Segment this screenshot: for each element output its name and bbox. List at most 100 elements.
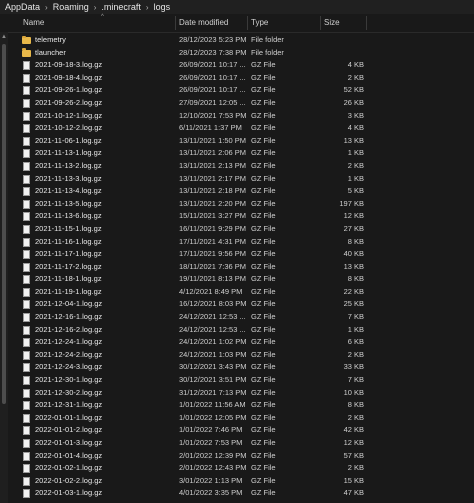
file-row[interactable]: 2022-01-01-4.log.gz 2/01/2022 12:39 PM GZ …: [10, 450, 474, 463]
file-row[interactable]: 2022-01-01-2.log.gz 1/01/2022 7:46 PM GZ F…: [10, 424, 474, 437]
file-type: GZ File: [251, 475, 276, 485]
file-type: GZ File: [251, 425, 276, 435]
file-row[interactable]: 2021-12-30-1.log.gz 30/12/2021 3:51 PM GZ …: [10, 374, 474, 387]
file-icon: [22, 136, 31, 146]
file-type: GZ File: [251, 299, 276, 309]
file-name: 2021-11-16-1.log.gz: [35, 236, 102, 246]
file-row[interactable]: 2021-11-13-1.log.gz 13/11/2021 2:06 PM GZ …: [10, 147, 474, 160]
file-row[interactable]: 2021-12-30-2.log.gz 31/12/2021 7:13 PM GZ …: [10, 387, 474, 400]
column-divider[interactable]: [175, 16, 176, 30]
file-row[interactable]: 2021-09-26-2.log.gz 27/09/2021 12:05 ... G…: [10, 97, 474, 110]
file-row[interactable]: 2021-12-24-2.log.gz 24/12/2021 1:03 PM GZ …: [10, 349, 474, 362]
column-divider[interactable]: [320, 16, 321, 30]
chevron-right-icon[interactable]: ›: [91, 3, 100, 12]
file-row[interactable]: 2021-09-18-4.log.gz 26/09/2021 10:17 ... G…: [10, 72, 474, 85]
column-header-date-modified[interactable]: Date modified: [179, 18, 228, 27]
file-row[interactable]: 2021-10-12-1.log.gz 12/10/2021 7:53 PM GZ …: [10, 110, 474, 123]
date-modified: 1/01/2022 7:53 PM: [179, 438, 243, 447]
file-row[interactable]: 2021-11-13-3.log.gz 13/11/2021 2:17 PM GZ …: [10, 173, 474, 186]
breadcrumb-item-appdata[interactable]: AppData: [3, 2, 42, 12]
scrollbar-thumb[interactable]: [2, 44, 6, 404]
file-size: 47 KB: [343, 488, 364, 498]
vertical-scrollbar[interactable]: ▲: [0, 32, 8, 503]
file-icon: [22, 413, 31, 423]
file-icon: [22, 73, 31, 83]
file-name: tlauncher: [35, 47, 66, 57]
column-header-type[interactable]: Type: [251, 18, 268, 27]
chevron-right-icon[interactable]: ›: [42, 3, 51, 12]
file-size: 57 KB: [343, 450, 364, 460]
file-row[interactable]: 2021-09-18-3.log.gz 26/09/2021 10:17 ... G…: [10, 59, 474, 72]
file-type: GZ File: [251, 463, 276, 473]
breadcrumb-item-roaming[interactable]: Roaming: [51, 2, 91, 12]
file-row[interactable]: 2021-12-24-1.log.gz 24/12/2021 1:02 PM GZ …: [10, 336, 474, 349]
chevron-right-icon[interactable]: ›: [143, 3, 152, 12]
file-row[interactable]: 2022-01-03-1.log.gz 4/01/2022 3:35 PM GZ F…: [10, 487, 474, 500]
file-row[interactable]: 2021-11-15-1.log.gz 16/11/2021 9:29 PM GZ …: [10, 223, 474, 236]
file-row[interactable]: 2021-11-13-6.log.gz 15/11/2021 3:27 PM GZ …: [10, 210, 474, 223]
file-row[interactable]: 2021-11-19-1.log.gz 4/12/2021 8:49 PM GZ F…: [10, 286, 474, 299]
file-name: 2022-01-01-4.log.gz: [35, 450, 103, 460]
file-row[interactable]: 2021-12-04-1.log.gz 16/12/2021 8:03 PM GZ …: [10, 298, 474, 311]
column-header-name[interactable]: Name: [23, 18, 44, 27]
file-type: GZ File: [251, 160, 276, 170]
file-row[interactable]: 2021-11-13-2.log.gz 13/11/2021 2:13 PM GZ …: [10, 160, 474, 173]
column-divider[interactable]: [366, 16, 367, 30]
file-row[interactable]: 2022-01-02-1.log.gz 2/01/2022 12:43 PM GZ …: [10, 462, 474, 475]
folder-row[interactable]: tlauncher 28/12/2023 7:38 PM File folder: [10, 47, 474, 60]
file-size: 2 KB: [347, 160, 364, 170]
folder-icon: [22, 35, 31, 45]
file-icon: [22, 161, 31, 171]
file-row[interactable]: 2021-12-31-1.log.gz 1/01/2022 11:56 AM GZ …: [10, 399, 474, 412]
file-size: 3 KB: [347, 110, 364, 120]
file-size: 10 KB: [343, 387, 364, 397]
file-row[interactable]: 2022-01-01-1.log.gz 1/01/2022 12:05 PM GZ …: [10, 412, 474, 425]
file-row[interactable]: 2021-12-16-1.log.gz 24/12/2021 12:53 ... G…: [10, 311, 474, 324]
file-size: 52 KB: [343, 85, 364, 95]
scroll-up-arrow-icon[interactable]: ▲: [1, 34, 7, 40]
file-size: 27 KB: [343, 223, 364, 233]
file-row[interactable]: 2021-11-13-5.log.gz 13/11/2021 2:20 PM GZ …: [10, 198, 474, 211]
file-type: GZ File: [251, 148, 276, 158]
file-name: 2021-11-13-5.log.gz: [35, 198, 102, 208]
file-name: 2021-11-17-1.log.gz: [35, 249, 102, 259]
date-modified: 13/11/2021 2:13 PM: [179, 160, 246, 170]
file-row[interactable]: 2021-11-16-1.log.gz 17/11/2021 4:31 PM GZ …: [10, 236, 474, 249]
file-row[interactable]: 2021-10-12-2.log.gz 6/11/2021 1:37 PM GZ F…: [10, 122, 474, 135]
breadcrumb-item-minecraft[interactable]: .minecraft: [99, 2, 143, 12]
file-row[interactable]: 2021-11-06-1.log.gz 13/11/2021 1:50 PM GZ …: [10, 135, 474, 148]
column-divider[interactable]: [247, 16, 248, 30]
file-row[interactable]: 2021-11-13-4.log.gz 13/11/2021 2:18 PM GZ …: [10, 185, 474, 198]
file-icon: [22, 287, 31, 297]
date-modified: 15/11/2021 3:27 PM: [179, 211, 246, 221]
file-icon: [22, 149, 31, 159]
file-size: 4 KB: [347, 123, 364, 133]
file-row[interactable]: 2021-11-17-2.log.gz 18/11/2021 7:36 PM GZ …: [10, 261, 474, 274]
file-name: 2021-12-04-1.log.gz: [35, 299, 103, 309]
file-size: 6 KB: [347, 337, 364, 347]
date-modified: 1/01/2022 7:46 PM: [179, 425, 243, 435]
file-type: GZ File: [251, 488, 276, 498]
breadcrumb-item-logs[interactable]: logs: [152, 2, 173, 12]
date-modified: 18/11/2021 7:36 PM: [179, 261, 246, 271]
file-type: GZ File: [251, 438, 276, 447]
file-size: 2 KB: [347, 349, 364, 359]
file-row[interactable]: 2021-11-17-1.log.gz 17/11/2021 9:56 PM GZ …: [10, 248, 474, 261]
file-row[interactable]: 2021-12-24-3.log.gz 30/12/2021 3:43 PM GZ …: [10, 361, 474, 374]
file-size: 8 KB: [347, 274, 364, 284]
file-row[interactable]: 2021-12-16-2.log.gz 24/12/2021 12:53 ... G…: [10, 324, 474, 337]
file-type: GZ File: [251, 286, 276, 296]
folder-row[interactable]: telemetry 28/12/2023 5:23 PM File folder: [10, 34, 474, 47]
file-row[interactable]: 2021-09-26-1.log.gz 26/09/2021 10:17 ... G…: [10, 84, 474, 97]
date-modified: 12/10/2021 7:53 PM: [179, 110, 247, 120]
file-row[interactable]: 2021-11-18-1.log.gz 19/11/2021 8:13 PM GZ …: [10, 273, 474, 286]
column-header-size[interactable]: Size: [324, 18, 340, 27]
file-size: 1 KB: [347, 324, 364, 334]
file-name: 2021-12-24-2.log.gz: [35, 349, 103, 359]
date-modified: 1/01/2022 12:05 PM: [179, 412, 247, 422]
file-size: 22 KB: [343, 286, 364, 296]
file-row[interactable]: 2022-01-01-3.log.gz 1/01/2022 7:53 PM GZ F…: [10, 437, 474, 450]
file-row[interactable]: 2022-01-02-2.log.gz 3/01/2022 1:13 PM GZ F…: [10, 475, 474, 488]
file-size: 13 KB: [343, 261, 364, 271]
file-size: 13 KB: [343, 135, 364, 145]
